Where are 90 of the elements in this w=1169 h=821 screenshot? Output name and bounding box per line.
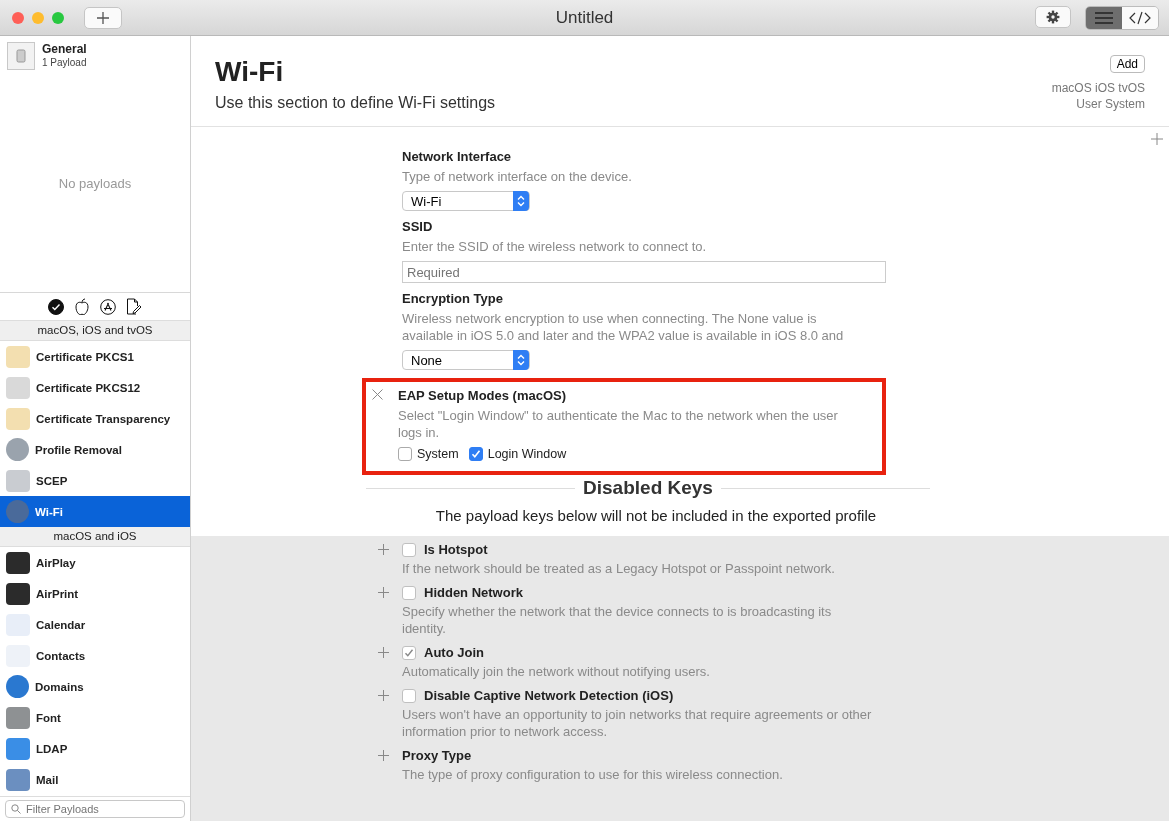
key-title: Proxy Type xyxy=(402,748,472,763)
key-title: Is Hotspot xyxy=(424,542,488,557)
key-description: Select "Login Window" to authenticate the Mac to the network when the user logs in. xyxy=(398,407,839,441)
window-title: Untitled xyxy=(555,7,614,28)
list-view-button[interactable] xyxy=(1086,6,1122,29)
payload-item[interactable]: Domains xyxy=(0,671,190,702)
checkbox-label: Login Window xyxy=(487,447,567,461)
payload-description: Use this section to define Wi-Fi settings xyxy=(215,94,496,112)
popup-button[interactable]: Wi-Fi xyxy=(402,191,530,211)
payload-item[interactable]: Certificate PKCS1 xyxy=(0,341,190,372)
document-filter[interactable] xyxy=(126,298,142,315)
plus-icon xyxy=(96,10,110,25)
section-description: The payload keys below will not be included in the exported profile xyxy=(434,507,878,524)
close-button[interactable] xyxy=(12,11,24,24)
zoom-button[interactable] xyxy=(52,11,64,24)
payload-icon xyxy=(6,376,30,399)
payload-icon xyxy=(6,768,30,791)
key-title: Network Interface xyxy=(402,149,513,164)
key-description: If the network should be treated as a Legacy Hotspot or Passpoint network. xyxy=(402,560,836,577)
checkbox-label: System xyxy=(417,447,459,461)
payload-icon xyxy=(6,551,30,574)
apple-icon xyxy=(74,298,90,315)
document-pencil-icon xyxy=(126,298,142,315)
all-platforms-filter[interactable] xyxy=(48,298,64,315)
ssid-field[interactable]: Required xyxy=(402,261,886,283)
key-description: Type of network interface on the device. xyxy=(402,168,633,185)
popup-button[interactable]: None xyxy=(402,350,530,370)
payload-item[interactable]: AirPlay xyxy=(0,547,190,578)
payload-item[interactable]: Contacts xyxy=(0,640,190,671)
switch-icon xyxy=(7,42,35,70)
add-payload-button[interactable] xyxy=(84,6,122,29)
payload-item[interactable]: LDAP xyxy=(0,733,190,764)
source-view-button[interactable] xyxy=(1122,6,1158,29)
key-description: The type of proxy configuration to use for this wireless connection. xyxy=(402,766,784,783)
checkbox[interactable] xyxy=(398,447,412,461)
settings-icon xyxy=(1046,9,1060,24)
payload-item[interactable]: Mail xyxy=(0,764,190,795)
key-title: EAP Setup Modes (macOS) xyxy=(398,388,568,403)
menu-icon xyxy=(1095,11,1113,24)
section-header: macOS, iOS and tvOS xyxy=(0,321,190,341)
key-title: Disable Captive Network Detection (iOS) xyxy=(424,688,674,703)
plus-icon[interactable] xyxy=(1151,133,1163,145)
apple-filter[interactable] xyxy=(74,298,90,315)
empty-payloads-text: No payloads xyxy=(57,176,133,191)
payload-item[interactable]: Certificate PKCS12 xyxy=(0,372,190,403)
payload-title: Wi-Fi xyxy=(215,56,285,88)
key-description: Enter the SSID of the wireless network to connect to. xyxy=(402,238,708,255)
key-title: Hidden Network xyxy=(424,585,523,600)
payload-item[interactable]: Certificate Transparency xyxy=(0,403,190,434)
code-icon xyxy=(1129,10,1151,25)
payload-item[interactable]: SCEP xyxy=(0,465,190,496)
app-store-filter[interactable] xyxy=(100,298,116,315)
payload-icon xyxy=(6,706,30,729)
section-header: macOS and iOS xyxy=(0,527,190,547)
key-title: Encryption Type xyxy=(402,291,504,306)
settings-button[interactable] xyxy=(1035,5,1071,28)
section-title: Disabled Keys xyxy=(583,477,713,499)
stepper-icon xyxy=(513,350,529,370)
checkmark-icon xyxy=(48,298,64,315)
payload-item[interactable]: Profile Removal xyxy=(0,434,190,465)
payload-item[interactable]: Calendar xyxy=(0,609,190,640)
payload-icon xyxy=(6,438,29,461)
payload-icon xyxy=(6,407,30,430)
stepper-icon xyxy=(513,191,529,211)
platforms-text: macOS iOS tvOS xyxy=(1051,80,1145,96)
payload-icon xyxy=(6,469,30,492)
payload-icon xyxy=(6,675,29,698)
key-description: Specify whether the network that the device connects to is broadcasting its identity. xyxy=(402,603,833,637)
key-description: Automatically join the network without notifying users. xyxy=(402,663,711,680)
app-store-icon xyxy=(100,298,116,315)
key-description: Wireless network encryption to use when connecting. The None value is available in iOS 5.0 and later and the WPA2 value is available in iOS 8.0 and xyxy=(402,310,845,344)
key-title: Auto Join xyxy=(424,645,484,660)
search-icon xyxy=(11,804,21,814)
key-description: Users won't have an opportunity to join networks that require agreements or other information prior to network access. xyxy=(402,706,872,740)
payload-icon xyxy=(6,737,30,760)
checkbox[interactable] xyxy=(468,447,483,461)
payload-icon xyxy=(6,500,29,523)
key-title: SSID xyxy=(402,219,434,234)
payload-item[interactable]: Font xyxy=(0,702,190,733)
payload-item[interactable]: Wi-Fi xyxy=(0,496,190,527)
scopes-text: User System xyxy=(1076,96,1145,112)
add-button[interactable]: Add xyxy=(1109,55,1145,73)
payload-icon xyxy=(6,345,30,368)
close-icon[interactable] xyxy=(372,389,383,400)
view-switcher[interactable] xyxy=(1085,5,1159,30)
payload-item[interactable]: AirPrint xyxy=(0,578,190,609)
payload-icon xyxy=(6,582,30,605)
general-title[interactable]: General xyxy=(42,42,87,56)
payload-count: 1 Payload xyxy=(42,57,87,68)
filter-field[interactable]: Filter Payloads xyxy=(5,800,185,818)
